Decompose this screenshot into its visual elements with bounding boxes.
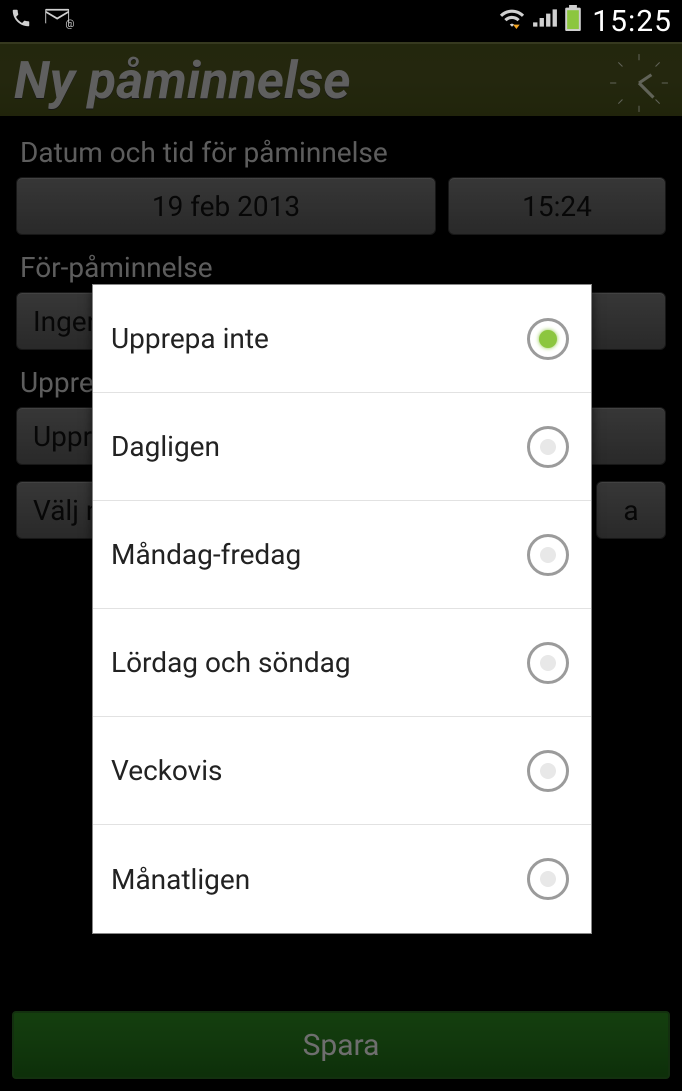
radio-icon: [527, 750, 569, 792]
repeat-option-weekend[interactable]: Lördag och söndag: [93, 609, 591, 717]
repeat-option-none[interactable]: Upprepa inte: [93, 285, 591, 393]
signal-icon: [532, 6, 558, 36]
repeat-option-weekdays[interactable]: Måndag-fredag: [93, 501, 591, 609]
repeat-option-daily[interactable]: Dagligen: [93, 393, 591, 501]
status-bar: @ 15:25: [0, 0, 682, 42]
call-icon: [10, 6, 32, 36]
radio-icon: [527, 534, 569, 576]
radio-icon: [527, 642, 569, 684]
wifi-icon: [498, 6, 526, 36]
radio-icon: [527, 858, 569, 900]
svg-text:@: @: [65, 19, 74, 29]
repeat-option-weekly[interactable]: Veckovis: [93, 717, 591, 825]
mail-icon: @: [44, 6, 74, 36]
radio-icon: [527, 318, 569, 360]
radio-icon: [527, 426, 569, 468]
repeat-option-monthly[interactable]: Månatligen: [93, 825, 591, 933]
status-time: 15:25: [592, 4, 672, 39]
repeat-options-dialog: Upprepa inte Dagligen Måndag-fredag Lörd…: [92, 284, 592, 934]
battery-icon: [564, 5, 582, 38]
